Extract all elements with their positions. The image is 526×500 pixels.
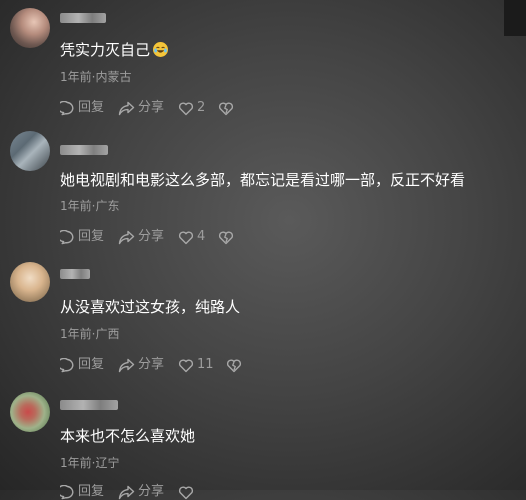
heart-icon: [178, 486, 194, 499]
comment-item: 她电视剧和电影这么多部，都忘记是看过哪一部，反正不好看 1年前·广东 回复 分享…: [0, 120, 526, 250]
comment-bubble-icon: [60, 100, 74, 115]
avatar[interactable]: [10, 131, 50, 171]
share-arrow-icon: [118, 101, 135, 115]
share-label: 分享: [138, 100, 165, 115]
comment-item: 从没喜欢过这女孩，纯路人 1年前·广西 回复 分享 11: [0, 250, 526, 380]
reply-button[interactable]: 回复: [60, 357, 104, 373]
reply-label: 回复: [78, 357, 105, 372]
reply-label: 回复: [78, 100, 105, 115]
username[interactable]: [60, 145, 108, 155]
comment-item: 本来也不怎么喜欢她 1年前·辽宁 回复 分享: [0, 380, 526, 499]
comment-text: 凭实力灭自己: [60, 41, 169, 59]
dislike-button[interactable]: [218, 229, 234, 245]
reply-button[interactable]: 回复: [60, 484, 104, 500]
share-arrow-icon: [118, 358, 135, 372]
heart-icon: [178, 102, 194, 115]
reply-button[interactable]: 回复: [60, 100, 104, 116]
avatar[interactable]: [10, 262, 50, 302]
username[interactable]: [60, 400, 118, 410]
dislike-button[interactable]: [226, 357, 242, 373]
comment-bubble-icon: [60, 229, 74, 244]
broken-heart-icon: [218, 102, 234, 115]
like-button[interactable]: [178, 484, 197, 500]
share-label: 分享: [138, 229, 165, 244]
like-button[interactable]: 4: [178, 229, 205, 245]
reply-label: 回复: [78, 229, 105, 244]
share-arrow-icon: [118, 485, 135, 499]
like-count: 4: [197, 229, 206, 244]
share-button[interactable]: 分享: [118, 484, 164, 500]
username[interactable]: [60, 13, 106, 23]
comment-meta: 1年前·内蒙古: [60, 70, 132, 84]
share-button[interactable]: 分享: [118, 100, 164, 116]
like-count: 2: [197, 100, 206, 115]
reply-label: 回复: [78, 484, 105, 499]
share-button[interactable]: 分享: [118, 357, 164, 373]
heart-icon: [178, 359, 194, 372]
comment-text: 本来也不怎么喜欢她: [60, 427, 196, 445]
like-button[interactable]: 11: [178, 357, 214, 373]
comment-meta: 1年前·辽宁: [60, 456, 120, 470]
share-button[interactable]: 分享: [118, 229, 164, 245]
heart-icon: [178, 231, 194, 244]
reply-button[interactable]: 回复: [60, 229, 104, 245]
comment-bubble-icon: [60, 484, 74, 499]
like-button[interactable]: 2: [178, 100, 205, 116]
broken-heart-icon: [226, 359, 242, 372]
avatar[interactable]: [10, 8, 50, 48]
laughing-tears-emoji: [153, 42, 169, 57]
comment-text: 她电视剧和电影这么多部，都忘记是看过哪一部，反正不好看: [60, 171, 466, 189]
like-count: 11: [197, 357, 214, 372]
comment-item: 凭实力灭自己 1年前·内蒙古 回复 分享 2: [0, 0, 526, 120]
avatar[interactable]: [10, 392, 50, 432]
comment-text: 从没喜欢过这女孩，纯路人: [60, 298, 241, 316]
share-arrow-icon: [118, 230, 135, 244]
dislike-button[interactable]: [218, 100, 234, 116]
share-label: 分享: [138, 357, 165, 372]
broken-heart-icon: [218, 231, 234, 244]
comment-bubble-icon: [60, 357, 74, 372]
share-label: 分享: [138, 484, 165, 499]
comment-meta: 1年前·广东: [60, 199, 120, 213]
comment-meta: 1年前·广西: [60, 327, 120, 341]
username[interactable]: [60, 269, 90, 279]
